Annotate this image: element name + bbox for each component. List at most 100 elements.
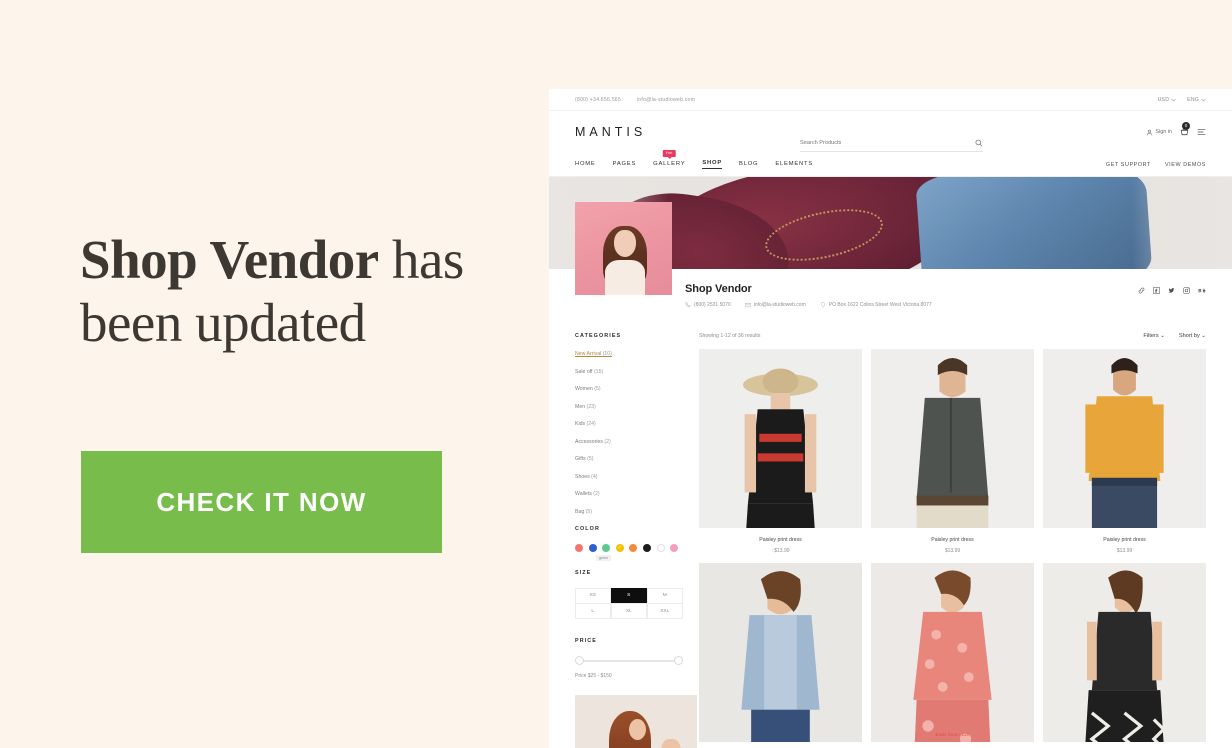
nav-item-gallery[interactable]: Hot GALLERY — [653, 149, 685, 169]
sign-in-button[interactable]: Sign in — [1146, 129, 1172, 136]
color-swatch-black[interactable] — [642, 544, 651, 552]
category-item-gifts[interactable]: Gifts (5) — [575, 456, 683, 462]
size-option-ss[interactable]: SS — [574, 587, 611, 604]
category-label: Shoes — [575, 473, 590, 480]
color-swatch-white[interactable] — [656, 544, 665, 552]
sidebar-promo-banner[interactable] — [575, 695, 697, 748]
product-card[interactable]: Paisley print dress : $13.99 — [699, 349, 862, 554]
nav-item-home[interactable]: HOME — [575, 161, 596, 169]
size-option-xl[interactable]: XL — [610, 603, 647, 619]
color-swatch-orange[interactable] — [629, 544, 638, 552]
category-item-bag[interactable]: Bag (5) — [575, 509, 683, 515]
product-card[interactable]: Paisley print dress $13.99 — [699, 563, 862, 748]
product-grid: Paisley print dress : $13.99 Paisley pri… — [699, 349, 1206, 748]
sort-dropdown[interactable]: Short by ⌄ — [1179, 333, 1206, 339]
category-item-accessories[interactable]: Accessories (2) — [575, 439, 683, 445]
price-range-slider[interactable] — [575, 656, 683, 666]
product-image[interactable] — [699, 563, 862, 742]
product-figure — [916, 357, 989, 528]
category-label: Gifts — [575, 456, 586, 462]
facebook-icon[interactable] — [1153, 287, 1160, 294]
size-filter: SIZE SS S M L XL XXL — [574, 570, 683, 619]
category-item-wallets[interactable]: Wallets (2) — [575, 491, 683, 497]
search-input[interactable] — [800, 140, 976, 146]
search-icon[interactable] — [975, 139, 983, 147]
product-price: $13.99 — [944, 548, 961, 554]
category-count: (5) — [585, 508, 593, 515]
language-selector[interactable]: ENG — [1187, 97, 1206, 103]
cart-button[interactable]: 0 — [1180, 121, 1190, 137]
envelope-icon — [745, 303, 751, 308]
product-card[interactable]: Paisley print dress $13.99 — [1043, 349, 1206, 554]
view-demos-link[interactable]: VIEW DEMOS — [1165, 162, 1206, 168]
menu-list-icon[interactable] — [1197, 128, 1206, 136]
size-option-xxl[interactable]: XXL — [646, 603, 683, 619]
category-label: Accessories — [575, 438, 603, 445]
topbar-email: info@la-studioweb.com — [636, 96, 696, 103]
size-option-l[interactable]: L — [574, 603, 611, 619]
product-listing-header: Showing 1-12 of 36 results Filters ⌄ Sho… — [699, 333, 1206, 339]
category-item-women[interactable]: Women (5) — [575, 386, 683, 392]
search-bar[interactable] — [800, 139, 983, 152]
chevron-down-icon — [1201, 98, 1206, 101]
slider-handle-min[interactable] — [575, 656, 584, 665]
filters-dropdown[interactable]: Filters ⌄ — [1143, 333, 1164, 339]
product-price: : $13.99 — [771, 548, 790, 554]
header-actions: Sign in 0 — [1146, 121, 1206, 137]
currency-selector[interactable]: USD — [1158, 97, 1177, 103]
nav-secondary-links: GET SUPPORT VIEW DEMOS — [1106, 162, 1206, 168]
promo-heading: Shop Vendor has been updated — [80, 228, 510, 355]
color-tooltip: green — [596, 555, 612, 561]
slider-handle-max[interactable] — [674, 656, 683, 665]
shop-body: CATEGORIES New Arrival (10) Sale off (15… — [549, 319, 1232, 748]
topbar-right-group: USD ENG — [1158, 97, 1206, 103]
product-image[interactable] — [1043, 563, 1206, 742]
category-item-sale-off[interactable]: Sale off (15) — [575, 369, 683, 375]
category-item-shoes[interactable]: Shoes (4) — [575, 474, 683, 480]
nav-item-shop[interactable]: SHOP — [702, 160, 723, 169]
color-swatch-yellow[interactable]: ✓ — [615, 544, 624, 552]
check-icon: ✓ — [617, 545, 622, 551]
cover-denim — [915, 177, 1153, 269]
color-swatch-pink[interactable] — [670, 544, 679, 552]
nav-item-elements[interactable]: ELEMENTS — [775, 161, 813, 169]
product-card[interactable]: Paisley print dress $13.99 — [1043, 563, 1206, 748]
user-icon — [1146, 129, 1152, 135]
product-card[interactable]: Ends Soon: 12h Paisley print dress $13.9… — [871, 563, 1034, 748]
nav-item-blog[interactable]: BLOG — [739, 161, 758, 169]
avatar-face — [614, 230, 636, 257]
behance-icon[interactable] — [1198, 287, 1206, 294]
category-item-new-arrival[interactable]: New Arrival (10) — [575, 351, 683, 357]
category-item-kids[interactable]: Kids (24) — [575, 421, 683, 427]
product-image[interactable]: Ends Soon: 12h — [871, 563, 1034, 742]
check-it-now-button[interactable]: CHECK IT NOW — [81, 451, 442, 553]
color-swatch-green[interactable] — [602, 544, 611, 552]
twitter-icon[interactable] — [1168, 287, 1175, 294]
cover-fade-right — [1132, 177, 1232, 269]
color-swatch-blue[interactable] — [588, 544, 597, 552]
color-swatch-salmon[interactable] — [575, 544, 583, 552]
vendor-address-text: PO Box 1622 Colins Street West Victoria … — [828, 302, 932, 308]
category-count: (2) — [593, 491, 600, 497]
nav-label: PAGES — [612, 160, 637, 167]
instagram-icon[interactable] — [1183, 287, 1190, 294]
size-option-s[interactable]: S — [610, 587, 647, 604]
product-figure — [1085, 357, 1164, 528]
main-menu: HOME PAGES Hot GALLERY SHOP BLOG ELEMENT… — [575, 149, 813, 169]
vendor-email: info@la-studioweb.com — [745, 302, 806, 308]
product-image[interactable] — [871, 349, 1034, 528]
nav-item-pages[interactable]: PAGES — [613, 161, 637, 169]
product-image[interactable] — [699, 349, 862, 528]
category-label: Kids — [575, 421, 586, 427]
color-swatch-row: ✓ green — [575, 544, 683, 561]
topbar-phone: (800) +34.656.565 — [575, 96, 621, 103]
size-option-m[interactable]: M — [646, 587, 683, 604]
category-item-men[interactable]: Men (23) — [575, 404, 683, 410]
category-label: Bag — [575, 508, 585, 515]
site-logo[interactable]: MANTIS — [575, 125, 646, 139]
product-card[interactable]: Paisley print dress $13.99 — [871, 349, 1034, 554]
color-title: COLOR — [575, 526, 600, 532]
get-support-link[interactable]: GET SUPPORT — [1106, 162, 1151, 168]
link-icon[interactable] — [1138, 287, 1145, 294]
product-image[interactable] — [1043, 349, 1206, 528]
